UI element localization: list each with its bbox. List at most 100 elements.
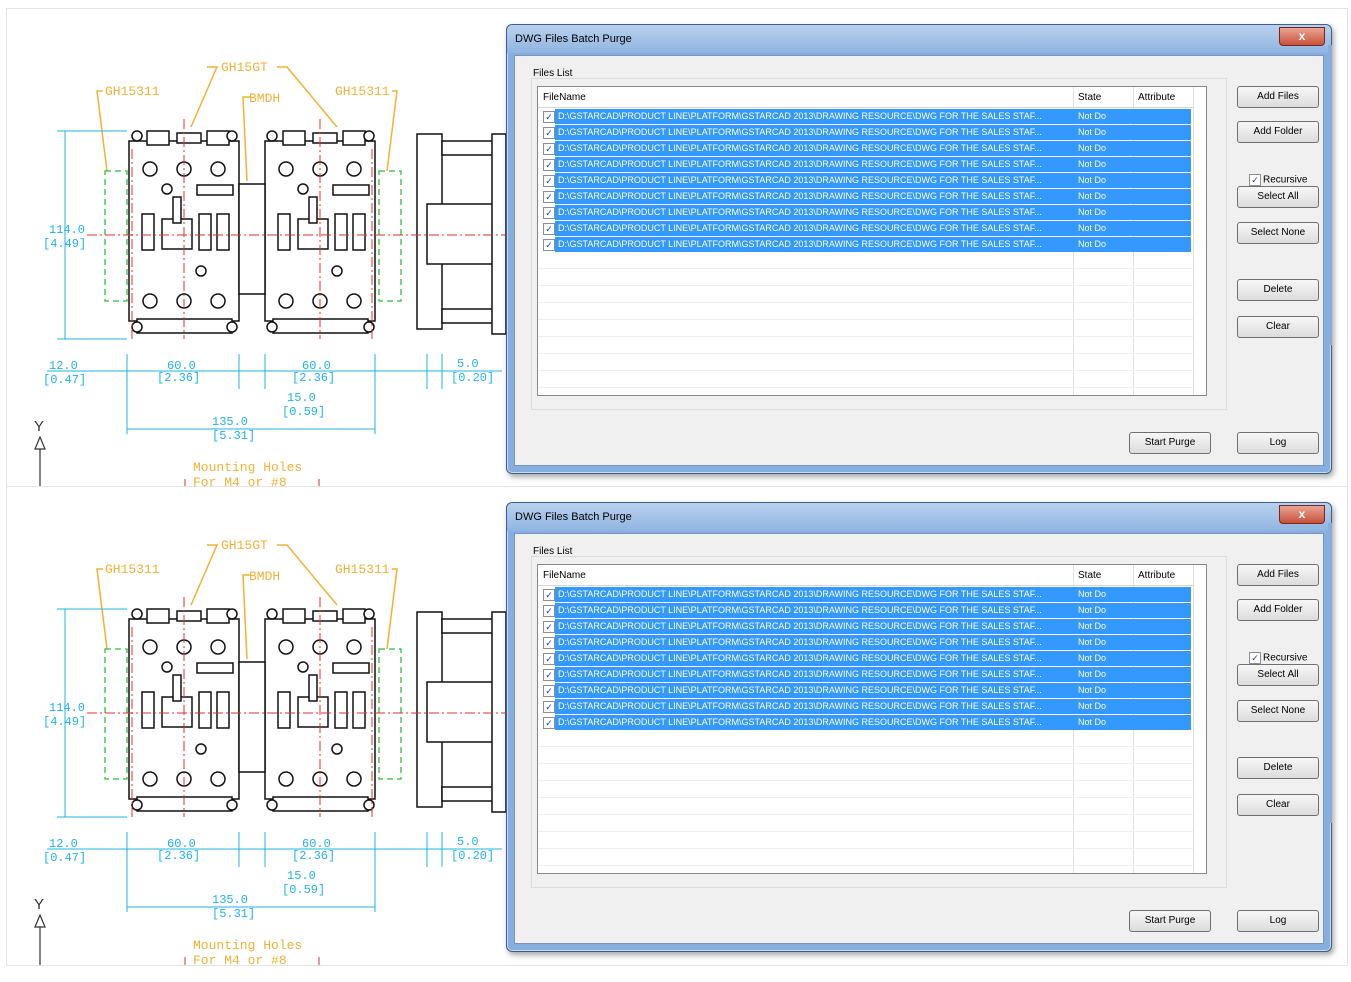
add-folder-button[interactable]: Add Folder bbox=[1237, 121, 1319, 143]
list-item[interactable]: ✓ D:\GSTARCAD\PRODUCT LINE\PLATFORM\GSTAR… bbox=[538, 666, 1193, 682]
list-item[interactable]: ✓ D:\GSTARCAD\PRODUCT LINE\PLATFORM\GSTAR… bbox=[538, 172, 1193, 188]
start-purge-button[interactable]: Start Purge bbox=[1129, 910, 1211, 932]
row-checkbox[interactable]: ✓ bbox=[543, 701, 555, 713]
row-checkbox[interactable]: ✓ bbox=[543, 637, 555, 649]
row-checkbox[interactable]: ✓ bbox=[543, 127, 555, 139]
row-filename: D:\GSTARCAD\PRODUCT LINE\PLATFORM\GSTARC… bbox=[558, 191, 1042, 201]
recursive-label: Recursive bbox=[1263, 652, 1308, 664]
row-checkbox[interactable]: ✓ bbox=[543, 605, 555, 617]
column-divider bbox=[1193, 565, 1194, 873]
list-item[interactable]: ✓ D:\GSTARCAD\PRODUCT LINE\PLATFORM\GSTAR… bbox=[538, 634, 1193, 650]
files-list[interactable]: FileName State Attribute ✓ D:\GSTARCAD\PR… bbox=[537, 564, 1207, 874]
recursive-checkbox[interactable]: ✓ Recursive bbox=[1249, 652, 1307, 664]
empty-row bbox=[538, 747, 1193, 764]
dim-text: [2.36] bbox=[157, 849, 200, 863]
row-filename: D:\GSTARCAD\PRODUCT LINE\PLATFORM\GSTARC… bbox=[558, 653, 1042, 663]
row-filename: D:\GSTARCAD\PRODUCT LINE\PLATFORM\GSTARC… bbox=[558, 637, 1042, 647]
row-checkbox[interactable]: ✓ bbox=[543, 223, 555, 235]
row-checkbox[interactable]: ✓ bbox=[543, 685, 555, 697]
row-filename: D:\GSTARCAD\PRODUCT LINE\PLATFORM\GSTARC… bbox=[558, 207, 1042, 217]
delete-button[interactable]: Delete bbox=[1237, 757, 1319, 779]
row-checkbox[interactable]: ✓ bbox=[543, 207, 555, 219]
list-item[interactable]: ✓ D:\GSTARCAD\PRODUCT LINE\PLATFORM\GSTAR… bbox=[538, 618, 1193, 634]
row-checkbox[interactable]: ✓ bbox=[543, 239, 555, 251]
list-item[interactable]: ✓ D:\GSTARCAD\PRODUCT LINE\PLATFORM\GSTAR… bbox=[538, 682, 1193, 698]
clear-button[interactable]: Clear bbox=[1237, 316, 1319, 338]
row-checkbox[interactable]: ✓ bbox=[543, 669, 555, 681]
drawing-label: GH15GT bbox=[221, 538, 268, 553]
select-none-button[interactable]: Select None bbox=[1237, 222, 1319, 244]
row-checkbox[interactable]: ✓ bbox=[543, 717, 555, 729]
column-header-attribute[interactable]: Attribute bbox=[1138, 570, 1175, 581]
list-item[interactable]: ✓ D:\GSTARCAD\PRODUCT LINE\PLATFORM\GSTAR… bbox=[538, 204, 1193, 220]
row-state: Not Do bbox=[1078, 111, 1107, 121]
add-folder-button[interactable]: Add Folder bbox=[1237, 599, 1319, 621]
dim-text: [0.59] bbox=[282, 405, 325, 419]
delete-button[interactable]: Delete bbox=[1237, 279, 1319, 301]
clear-button[interactable]: Clear bbox=[1237, 794, 1319, 816]
empty-row bbox=[538, 849, 1193, 866]
drawing-label: BMDH bbox=[249, 569, 280, 584]
list-item[interactable]: ✓ D:\GSTARCAD\PRODUCT LINE\PLATFORM\GSTAR… bbox=[538, 140, 1193, 156]
list-item[interactable]: ✓ D:\GSTARCAD\PRODUCT LINE\PLATFORM\GSTAR… bbox=[538, 108, 1193, 124]
list-item[interactable]: ✓ D:\GSTARCAD\PRODUCT LINE\PLATFORM\GSTAR… bbox=[538, 650, 1193, 666]
row-filename: D:\GSTARCAD\PRODUCT LINE\PLATFORM\GSTARC… bbox=[558, 223, 1042, 233]
list-item[interactable]: ✓ D:\GSTARCAD\PRODUCT LINE\PLATFORM\GSTAR… bbox=[538, 698, 1193, 714]
dim-text: [0.47] bbox=[43, 373, 86, 387]
empty-row bbox=[538, 730, 1193, 747]
dim-text: [0.20] bbox=[451, 371, 494, 385]
row-checkbox[interactable]: ✓ bbox=[543, 621, 555, 633]
select-none-button[interactable]: Select None bbox=[1237, 700, 1319, 722]
close-button[interactable]: x bbox=[1279, 505, 1325, 524]
empty-row bbox=[538, 815, 1193, 832]
row-checkbox[interactable]: ✓ bbox=[543, 143, 555, 155]
row-checkbox[interactable]: ✓ bbox=[543, 589, 555, 601]
row-state: Not Do bbox=[1078, 685, 1107, 695]
column-header-state[interactable]: State bbox=[1078, 92, 1101, 103]
title-bar[interactable]: DWG Files Batch Purge x bbox=[507, 503, 1331, 531]
list-item[interactable]: ✓ D:\GSTARCAD\PRODUCT LINE\PLATFORM\GSTAR… bbox=[538, 236, 1193, 252]
close-button[interactable]: x bbox=[1279, 27, 1325, 46]
drawing-label: GH15311 bbox=[105, 84, 160, 99]
dim-text: [2.36] bbox=[292, 849, 335, 863]
start-purge-button[interactable]: Start Purge bbox=[1129, 432, 1211, 454]
list-item[interactable]: ✓ D:\GSTARCAD\PRODUCT LINE\PLATFORM\GSTAR… bbox=[538, 714, 1193, 730]
column-header-state[interactable]: State bbox=[1078, 570, 1101, 581]
column-header-filename[interactable]: FileName bbox=[543, 570, 586, 581]
list-item[interactable]: ✓ D:\GSTARCAD\PRODUCT LINE\PLATFORM\GSTAR… bbox=[538, 586, 1193, 602]
column-header-filename[interactable]: FileName bbox=[543, 92, 586, 103]
files-list[interactable]: FileName State Attribute ✓ D:\GSTARCAD\PR… bbox=[537, 86, 1207, 396]
row-state: Not Do bbox=[1078, 653, 1107, 663]
list-item[interactable]: ✓ D:\GSTARCAD\PRODUCT LINE\PLATFORM\GSTAR… bbox=[538, 124, 1193, 140]
list-item[interactable]: ✓ D:\GSTARCAD\PRODUCT LINE\PLATFORM\GSTAR… bbox=[538, 156, 1193, 172]
row-state: Not Do bbox=[1078, 717, 1107, 727]
list-item[interactable]: ✓ D:\GSTARCAD\PRODUCT LINE\PLATFORM\GSTAR… bbox=[538, 602, 1193, 618]
row-checkbox[interactable]: ✓ bbox=[543, 159, 555, 171]
select-all-button[interactable]: Select All bbox=[1237, 186, 1319, 208]
empty-row bbox=[538, 371, 1193, 388]
row-checkbox[interactable]: ✓ bbox=[543, 175, 555, 187]
empty-row bbox=[538, 337, 1193, 354]
log-button[interactable]: Log bbox=[1237, 432, 1319, 454]
recursive-checkbox[interactable]: ✓ Recursive bbox=[1249, 174, 1307, 186]
row-state: Not Do bbox=[1078, 175, 1107, 185]
list-header: FileName State Attribute bbox=[538, 87, 1193, 108]
column-header-attribute[interactable]: Attribute bbox=[1138, 92, 1175, 103]
row-state: Not Do bbox=[1078, 207, 1107, 217]
log-button[interactable]: Log bbox=[1237, 910, 1319, 932]
row-state: Not Do bbox=[1078, 637, 1107, 647]
select-all-button[interactable]: Select All bbox=[1237, 664, 1319, 686]
title-bar[interactable]: DWG Files Batch Purge x bbox=[507, 25, 1331, 53]
list-item[interactable]: ✓ D:\GSTARCAD\PRODUCT LINE\PLATFORM\GSTAR… bbox=[538, 220, 1193, 236]
row-state: Not Do bbox=[1078, 127, 1107, 137]
row-checkbox[interactable]: ✓ bbox=[543, 111, 555, 123]
row-checkbox[interactable]: ✓ bbox=[543, 191, 555, 203]
dim-text: [0.20] bbox=[451, 849, 494, 863]
row-checkbox[interactable]: ✓ bbox=[543, 653, 555, 665]
recursive-label: Recursive bbox=[1263, 174, 1308, 186]
add-files-button[interactable]: Add Files bbox=[1237, 86, 1319, 108]
dim-text: 15.0 bbox=[287, 869, 316, 883]
row-state: Not Do bbox=[1078, 669, 1107, 679]
list-item[interactable]: ✓ D:\GSTARCAD\PRODUCT LINE\PLATFORM\GSTAR… bbox=[538, 188, 1193, 204]
add-files-button[interactable]: Add Files bbox=[1237, 564, 1319, 586]
